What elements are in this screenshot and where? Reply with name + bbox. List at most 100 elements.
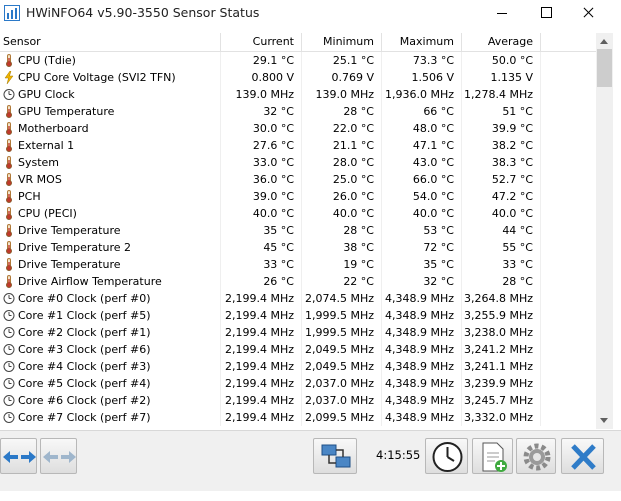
column-header-minimum[interactable]: Minimum [302, 33, 382, 51]
table-row[interactable]: Drive Temperature 2 45 °C 38 °C 72 °C 55 °C [0, 239, 596, 256]
clock-icon [3, 395, 15, 406]
table-row[interactable]: CPU (Tdie) 29.1 °C 25.1 °C 73.3 °C 50.0 °C [0, 52, 596, 69]
scroll-down-arrow[interactable] [596, 413, 613, 429]
column-header-current[interactable]: Current [221, 33, 302, 51]
average-value: 3,239.9 MHz [462, 375, 541, 392]
average-value: 1,278.4 MHz [462, 86, 541, 103]
clock-icon [3, 293, 15, 304]
minimum-value: 25.0 °C [302, 171, 382, 188]
sensor-name-cell: Core #0 Clock (perf #0) [0, 290, 221, 307]
close-window-button[interactable] [566, 0, 612, 26]
table-row[interactable]: External 1 27.6 °C 21.1 °C 47.1 °C 38.2 °C [0, 137, 596, 154]
reset-timer-button[interactable] [425, 438, 468, 474]
table-row[interactable]: Core #1 Clock (perf #5) 2,199.4 MHz 1,999.… [0, 307, 596, 324]
vertical-scrollbar[interactable] [596, 33, 613, 429]
current-value: 32 °C [221, 103, 302, 120]
average-value: 47.2 °C [462, 188, 541, 205]
average-value: 1.135 V [462, 69, 541, 86]
current-value: 33.0 °C [221, 154, 302, 171]
sensor-name-cell: CPU (Tdie) [0, 52, 221, 69]
sensor-name-cell: Core #1 Clock (perf #5) [0, 307, 221, 324]
sensor-label: PCH [18, 190, 41, 203]
current-value: 26 °C [221, 273, 302, 290]
average-value: 3,245.7 MHz [462, 392, 541, 409]
minimum-value: 28 °C [302, 222, 382, 239]
current-value: 2,199.4 MHz [221, 324, 302, 341]
scroll-thumb[interactable] [597, 49, 612, 87]
settings-button[interactable] [516, 438, 556, 474]
table-row[interactable]: Drive Temperature 35 °C 28 °C 53 °C 44 °C [0, 222, 596, 239]
average-value: 52.7 °C [462, 171, 541, 188]
average-value: 3,241.1 MHz [462, 358, 541, 375]
column-header-average[interactable]: Average [462, 33, 541, 51]
sensor-name-cell: Drive Temperature 2 [0, 239, 221, 256]
average-value: 33 °C [462, 256, 541, 273]
table-row[interactable]: CPU (PECI) 40.0 °C 40.0 °C 40.0 °C 40.0 °C [0, 205, 596, 222]
maximum-value: 72 °C [382, 239, 462, 256]
navigate-button[interactable] [0, 438, 37, 474]
table-row[interactable]: Core #4 Clock (perf #3) 2,199.4 MHz 2,049.… [0, 358, 596, 375]
current-value: 40.0 °C [221, 205, 302, 222]
table-row[interactable]: CPU Core Voltage (SVI2 TFN) 0.800 V 0.769 … [0, 69, 596, 86]
table-row[interactable]: Core #5 Clock (perf #4) 2,199.4 MHz 2,037.… [0, 375, 596, 392]
thermometer-icon [6, 122, 12, 135]
table-row[interactable]: Core #7 Clock (perf #7) 2,199.4 MHz 2,099.… [0, 409, 596, 426]
table-row[interactable]: VR MOS 36.0 °C 25.0 °C 66.0 °C 52.7 °C [0, 171, 596, 188]
minimum-value: 2,049.5 MHz [302, 341, 382, 358]
current-value: 2,199.4 MHz [221, 307, 302, 324]
close-sensors-button[interactable] [561, 438, 604, 474]
sensor-name-cell: VR MOS [0, 171, 221, 188]
sensor-name-cell: Core #5 Clock (perf #4) [0, 375, 221, 392]
maximize-button[interactable] [523, 0, 569, 26]
average-value: 28 °C [462, 273, 541, 290]
sensor-label: Core #1 Clock (perf #5) [18, 309, 151, 322]
minimum-value: 1,999.5 MHz [302, 307, 382, 324]
table-row[interactable]: System 33.0 °C 28.0 °C 43.0 °C 38.3 °C [0, 154, 596, 171]
table-row[interactable]: Drive Airflow Temperature 26 °C 22 °C 32 °C… [0, 273, 596, 290]
sensor-label: External 1 [18, 139, 75, 152]
sensor-label: CPU Core Voltage (SVI2 TFN) [18, 71, 176, 84]
column-header-sensor[interactable]: Sensor [0, 33, 221, 51]
table-row[interactable]: Core #3 Clock (perf #6) 2,199.4 MHz 2,049.… [0, 341, 596, 358]
navigate-alt-button[interactable] [40, 438, 77, 474]
sensor-name-cell: Motherboard [0, 120, 221, 137]
average-value: 38.2 °C [462, 137, 541, 154]
minimize-button[interactable] [480, 0, 526, 26]
table-row[interactable]: Drive Temperature 33 °C 19 °C 35 °C 33 °C [0, 256, 596, 273]
sensor-label: Core #0 Clock (perf #0) [18, 292, 151, 305]
minimum-value: 40.0 °C [302, 205, 382, 222]
minimum-value: 25.1 °C [302, 52, 382, 69]
report-button[interactable] [472, 438, 513, 474]
sensor-label: VR MOS [18, 173, 62, 186]
table-row[interactable]: Core #0 Clock (perf #0) 2,199.4 MHz 2,074.… [0, 290, 596, 307]
sensor-name-cell: CPU (PECI) [0, 205, 221, 222]
table-row[interactable]: Motherboard 30.0 °C 22.0 °C 48.0 °C 39.9 °C [0, 120, 596, 137]
column-header-maximum[interactable]: Maximum [382, 33, 462, 51]
arrows-inactive-icon [43, 451, 76, 463]
table-row[interactable]: PCH 39.0 °C 26.0 °C 54.0 °C 47.2 °C [0, 188, 596, 205]
sensor-label: Drive Temperature [18, 224, 121, 237]
scroll-up-arrow[interactable] [596, 33, 613, 49]
sensor-name-cell: GPU Temperature [0, 103, 221, 120]
table-header: Sensor Current Minimum Maximum Average [0, 33, 596, 52]
maximum-value: 4,348.9 MHz [382, 392, 462, 409]
sensor-name-cell: Core #6 Clock (perf #2) [0, 392, 221, 409]
thermometer-icon [6, 258, 12, 271]
table-row[interactable]: Core #2 Clock (perf #1) 2,199.4 MHz 1,999.… [0, 324, 596, 341]
hwinfo-app-icon [4, 5, 20, 21]
minimum-value: 28.0 °C [302, 154, 382, 171]
maximum-value: 1.506 V [382, 69, 462, 86]
maximum-value: 4,348.9 MHz [382, 307, 462, 324]
table-row[interactable]: Core #6 Clock (perf #2) 2,199.4 MHz 2,037.… [0, 392, 596, 409]
maximum-value: 73.3 °C [382, 52, 462, 69]
thermometer-icon [6, 275, 12, 288]
table-row[interactable]: GPU Temperature 32 °C 28 °C 66 °C 51 °C [0, 103, 596, 120]
current-value: 29.1 °C [221, 52, 302, 69]
sensor-name-cell: Drive Temperature [0, 222, 221, 239]
minimum-value: 2,037.0 MHz [302, 392, 382, 409]
network-button[interactable] [313, 438, 357, 474]
current-value: 39.0 °C [221, 188, 302, 205]
sensor-name-cell: GPU Clock [0, 86, 221, 103]
table-row[interactable]: GPU Clock 139.0 MHz 139.0 MHz 1,936.0 MHz 1,… [0, 86, 596, 103]
thermometer-icon [6, 241, 12, 254]
